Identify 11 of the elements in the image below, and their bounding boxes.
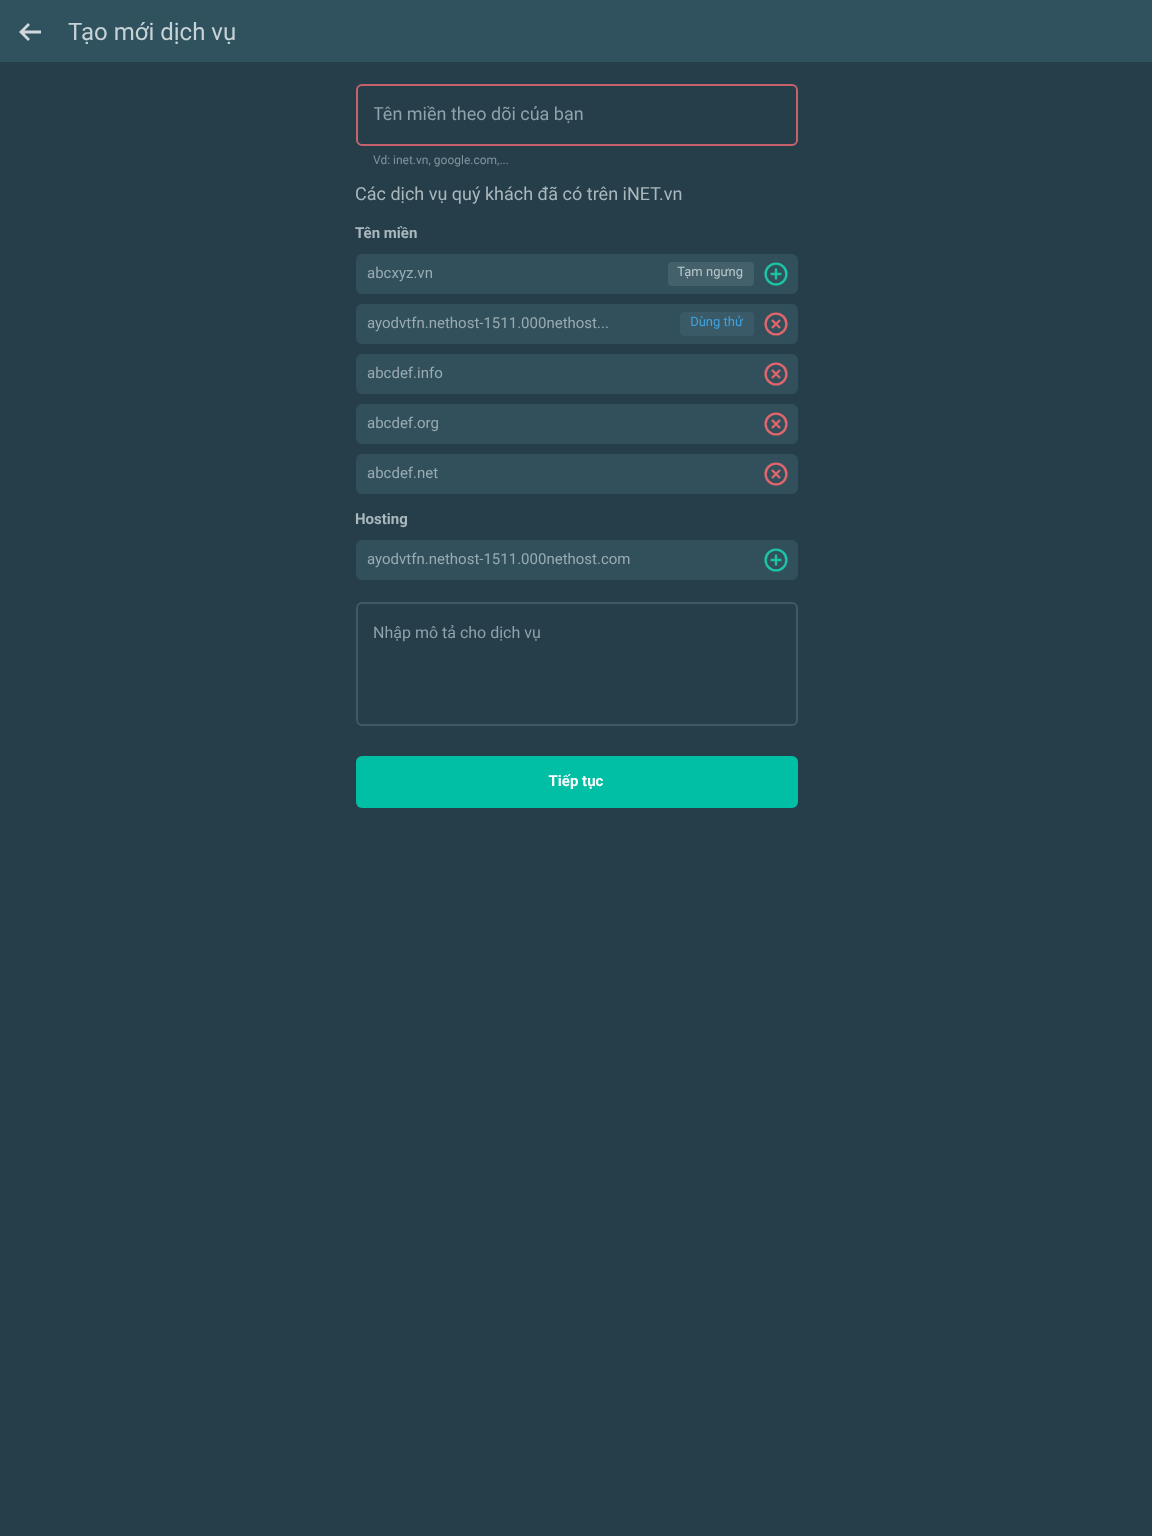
section-title: Các dịch vụ quý khách đã có trên iNET.vn [355, 184, 685, 208]
description-field[interactable]: Nhập mô tả cho dịch vụ [355, 602, 797, 726]
page-title: Tạo mới dịch vụ [68, 15, 237, 49]
remove-icon[interactable] [763, 462, 787, 486]
add-icon[interactable] [763, 548, 787, 572]
domain-input-field[interactable]: Tên miền theo dõi của bạn [355, 84, 797, 146]
add-icon[interactable] [763, 262, 787, 286]
remove-icon[interactable] [763, 312, 787, 336]
back-arrow-icon[interactable] [18, 21, 42, 41]
remove-icon[interactable] [763, 362, 787, 386]
remove-icon[interactable] [763, 412, 787, 436]
